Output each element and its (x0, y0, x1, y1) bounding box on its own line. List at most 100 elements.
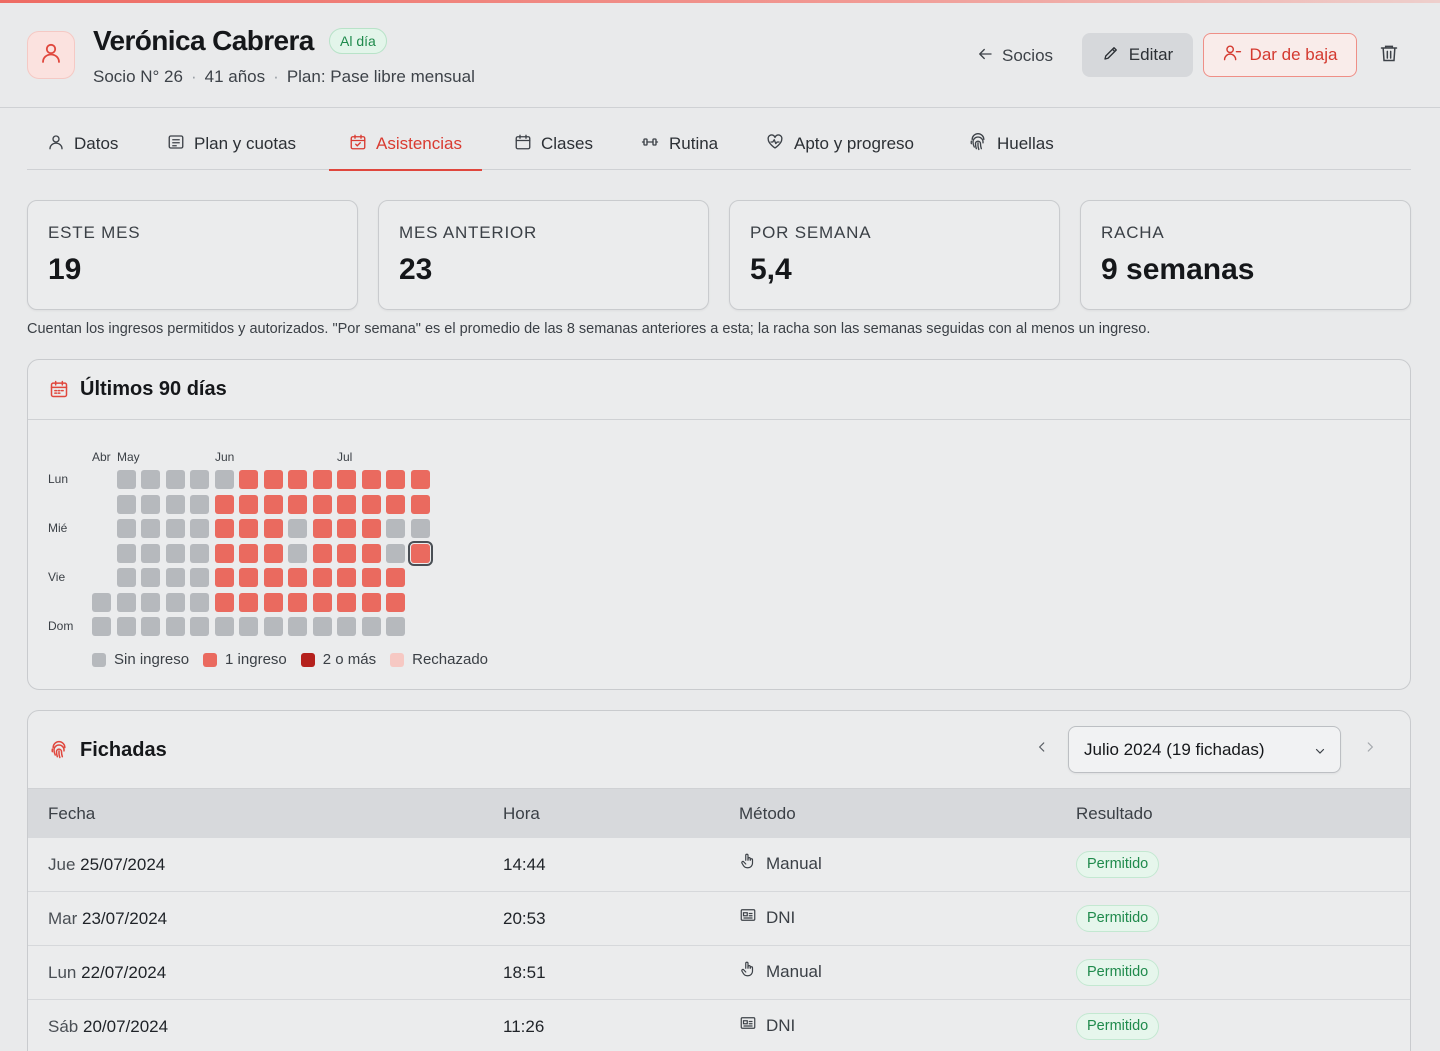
table-row[interactable]: Sáb 20/07/2024 11:26 DNI Permitido (28, 1000, 1410, 1051)
heatmap-cell[interactable] (263, 617, 283, 636)
heatmap-cell[interactable] (141, 592, 160, 612)
heatmap-cell[interactable] (239, 519, 258, 538)
heatmap-cell[interactable] (288, 543, 307, 563)
heatmap-cell[interactable] (386, 519, 405, 538)
heatmap-cell[interactable] (361, 470, 381, 489)
month-select[interactable]: Julio 2024 (19 fichadas) (1068, 726, 1341, 773)
heatmap-cell[interactable] (386, 568, 405, 587)
heatmap-cell[interactable] (214, 494, 234, 514)
column-header[interactable]: Fecha (48, 804, 95, 824)
heatmap-cell[interactable] (312, 519, 332, 538)
column-header[interactable]: Resultado (1076, 804, 1153, 824)
next-month-button[interactable] (1360, 739, 1380, 759)
heatmap-cell[interactable] (141, 470, 160, 489)
heatmap-cell[interactable] (190, 592, 209, 612)
table-row[interactable]: Jue 25/07/2024 14:44 Manual Permitido (28, 838, 1410, 892)
heatmap-cell[interactable] (190, 494, 209, 514)
heatmap-cell[interactable] (263, 519, 283, 538)
heatmap-cell[interactable] (239, 543, 258, 563)
heatmap-cell[interactable] (239, 494, 258, 514)
heatmap-cell[interactable] (165, 494, 185, 514)
heatmap-cell[interactable] (214, 519, 234, 538)
heatmap-cell[interactable] (312, 592, 332, 612)
heatmap-cell[interactable] (337, 592, 356, 612)
tab-asistencias[interactable]: Asistencias (329, 118, 482, 171)
heatmap-cell[interactable] (386, 494, 405, 514)
previous-month-button[interactable] (1032, 739, 1052, 759)
tab-datos[interactable]: Datos (47, 118, 118, 170)
table-row[interactable]: Mar 23/07/2024 20:53 DNI Permitido (28, 892, 1410, 946)
tab-plan-y-cuotas[interactable]: Plan y cuotas (167, 118, 296, 170)
heatmap-cell[interactable] (239, 568, 258, 587)
tab-huellas[interactable]: Huellas (968, 118, 1054, 170)
heatmap-cell[interactable] (165, 470, 185, 489)
heatmap-cell[interactable] (141, 494, 160, 514)
heatmap-cell[interactable] (263, 568, 283, 587)
heatmap-cell[interactable] (165, 543, 185, 563)
heatmap-cell[interactable] (361, 592, 381, 612)
heatmap-cell[interactable] (312, 617, 332, 636)
heatmap-cell[interactable] (190, 470, 209, 489)
heatmap-cell[interactable] (337, 543, 356, 563)
heatmap-cell[interactable] (239, 592, 258, 612)
heatmap-cell[interactable] (407, 540, 433, 566)
heatmap-cell[interactable] (361, 543, 381, 563)
heatmap-cell[interactable] (337, 470, 356, 489)
heatmap-cell[interactable] (190, 617, 209, 636)
heatmap-cell[interactable] (214, 470, 234, 489)
heatmap-cell[interactable] (141, 519, 160, 538)
heatmap-cell[interactable] (337, 494, 356, 514)
heatmap-cell[interactable] (214, 617, 234, 636)
heatmap-cell[interactable] (312, 568, 332, 587)
heatmap-cell[interactable] (92, 592, 111, 612)
heatmap-cell[interactable] (312, 470, 332, 489)
heatmap-cell[interactable] (410, 470, 430, 489)
heatmap-cell[interactable] (116, 543, 136, 563)
heatmap-cell[interactable] (116, 494, 136, 514)
heatmap-cell[interactable] (214, 592, 234, 612)
heatmap-cell[interactable] (410, 519, 430, 538)
heatmap-cell[interactable] (263, 543, 283, 563)
heatmap-cell[interactable] (165, 592, 185, 612)
heatmap-cell[interactable] (141, 617, 160, 636)
column-header[interactable]: Hora (503, 804, 540, 824)
tab-apto-y-progreso[interactable]: Apto y progreso (765, 118, 914, 170)
heatmap-cell[interactable] (288, 617, 307, 636)
heatmap-cell[interactable] (165, 568, 185, 587)
heatmap-cell[interactable] (361, 519, 381, 538)
heatmap-cell[interactable] (288, 568, 307, 587)
heatmap-cell[interactable] (337, 519, 356, 538)
heatmap-cell[interactable] (312, 543, 332, 563)
heatmap-cell[interactable] (410, 494, 430, 514)
heatmap-cell[interactable] (386, 543, 405, 563)
heatmap-cell[interactable] (263, 494, 283, 514)
heatmap-cell[interactable] (116, 519, 136, 538)
heatmap-cell[interactable] (386, 592, 405, 612)
heatmap-cell[interactable] (190, 568, 209, 587)
column-header[interactable]: Método (739, 804, 796, 824)
heatmap-cell[interactable] (239, 470, 258, 489)
heatmap-cell[interactable] (190, 519, 209, 538)
heatmap-cell[interactable] (288, 470, 307, 489)
heatmap-cell[interactable] (214, 568, 234, 587)
tab-clases[interactable]: Clases (514, 118, 593, 170)
heatmap-cell[interactable] (288, 592, 307, 612)
unsubscribe-button[interactable]: Dar de baja (1203, 33, 1357, 77)
heatmap-cell[interactable] (288, 519, 307, 538)
heatmap-cell[interactable] (312, 494, 332, 514)
heatmap-cell[interactable] (337, 568, 356, 587)
heatmap-cell[interactable] (214, 543, 234, 563)
heatmap-cell[interactable] (239, 617, 258, 636)
delete-button[interactable] (1376, 41, 1402, 69)
heatmap-cell[interactable] (165, 519, 185, 538)
heatmap-cell[interactable] (386, 470, 405, 489)
heatmap-cell[interactable] (361, 494, 381, 514)
table-row[interactable]: Lun 22/07/2024 18:51 Manual Permitido (28, 946, 1410, 1000)
edit-button[interactable]: Editar (1082, 33, 1193, 77)
heatmap-cell[interactable] (116, 592, 136, 612)
heatmap-cell[interactable] (263, 470, 283, 489)
heatmap-cell[interactable] (337, 617, 356, 636)
back-to-members-link[interactable]: Socios (976, 39, 1053, 73)
heatmap-cell[interactable] (361, 568, 381, 587)
heatmap-cell[interactable] (116, 470, 136, 489)
